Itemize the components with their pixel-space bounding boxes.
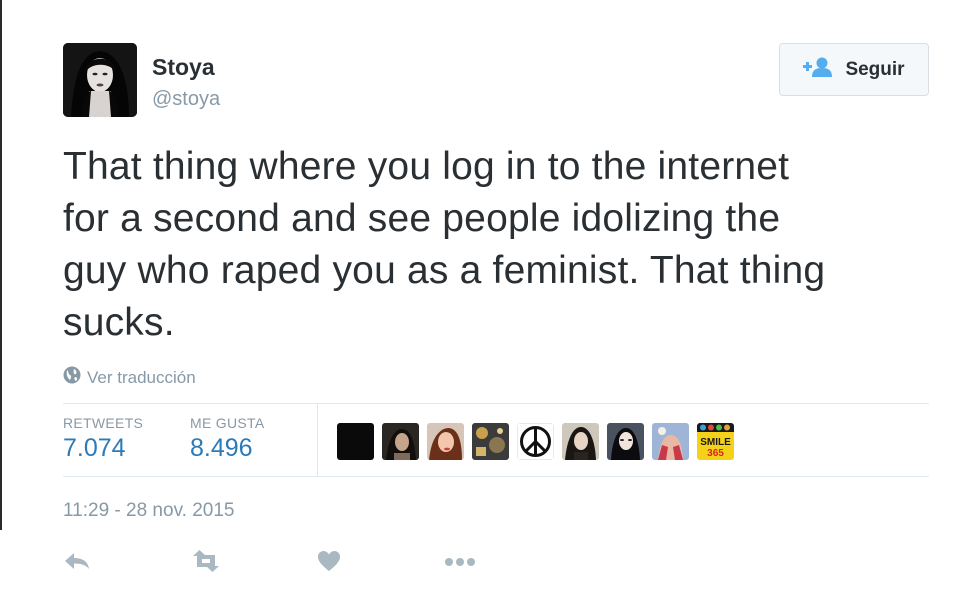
smile-365-text: 365 (707, 448, 724, 459)
retweet-button[interactable] (190, 548, 317, 578)
likes-label: ME GUSTA (190, 415, 265, 431)
add-user-icon (803, 57, 833, 82)
peace-sign-avatar[interactable] (517, 423, 554, 460)
follow-button-label: Seguir (845, 58, 905, 80)
tweet-text-line: sucks. (63, 301, 175, 344)
translate-label: Ver traducción (87, 367, 196, 387)
liker-avatar[interactable] (562, 423, 599, 460)
retweets-label: RETWEETS (63, 415, 144, 431)
liker-avatar[interactable] (607, 423, 644, 460)
stats-divider (317, 404, 318, 476)
avatar[interactable] (63, 43, 137, 117)
tweet-text-line: guy who raped you as a feminist. That th… (63, 249, 826, 292)
globe-icon (63, 366, 81, 389)
reply-button[interactable] (63, 548, 190, 578)
like-icon (317, 550, 341, 577)
window-edge (0, 0, 2, 530)
tweet-text-line: That thing where you log in to the inter… (63, 145, 790, 188)
retweet-icon (190, 549, 222, 577)
smile-365-avatar[interactable]: SMILE 365 (697, 423, 734, 460)
translate-link[interactable]: Ver traducción (63, 366, 196, 389)
liker-avatar[interactable] (337, 423, 374, 460)
tweet-timestamp[interactable]: 11:29 - 28 nov. 2015 (63, 500, 234, 522)
stats-row: RETWEETS 7.074 ME GUSTA 8.496 SMILE 365 (63, 403, 929, 477)
likers-list: SMILE 365 (337, 423, 734, 460)
reply-icon (63, 551, 91, 576)
more-icon (444, 554, 476, 572)
retweets-count: 7.074 (63, 434, 126, 462)
tweet-actions (63, 548, 571, 578)
user-name[interactable]: Stoya (152, 54, 215, 81)
tweet-text: That thing where you log in to the inter… (63, 141, 929, 349)
user-handle[interactable]: @stoya (152, 88, 220, 111)
likes-count: 8.496 (190, 434, 253, 462)
liker-avatar[interactable] (652, 423, 689, 460)
likes-stat[interactable]: ME GUSTA 8.496 (190, 415, 264, 463)
like-button[interactable] (317, 548, 444, 578)
liker-avatar[interactable] (382, 423, 419, 460)
tweet-text-line: for a second and see people idolizing th… (63, 197, 781, 240)
liker-avatar[interactable] (472, 423, 509, 460)
smile-text: SMILE (700, 437, 731, 448)
follow-button[interactable]: Seguir (779, 43, 929, 96)
liker-avatar[interactable] (427, 423, 464, 460)
retweets-stat[interactable]: RETWEETS 7.074 (63, 415, 143, 463)
more-button[interactable] (444, 548, 571, 578)
